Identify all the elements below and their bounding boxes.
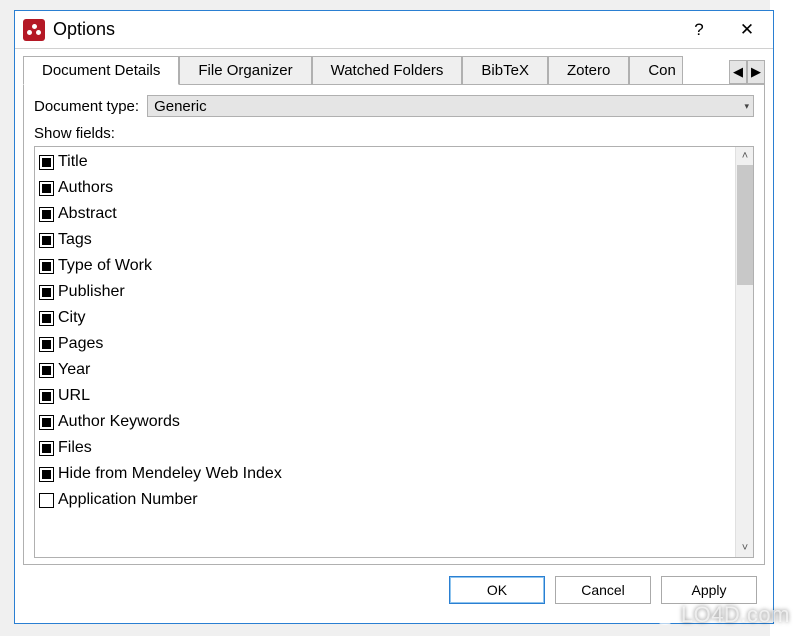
tab-scroll: ◀ ▶	[729, 60, 765, 84]
scrollbar: ˄ ˅	[735, 147, 753, 557]
field-item[interactable]: Year	[39, 357, 731, 383]
field-item[interactable]: URL	[39, 383, 731, 409]
field-label: Author Keywords	[58, 411, 180, 433]
document-type-combo[interactable]: Generic	[147, 95, 754, 117]
tab-more[interactable]: Con	[629, 56, 683, 85]
field-label: URL	[58, 385, 90, 407]
checkbox-icon[interactable]	[39, 181, 54, 196]
checkbox-icon[interactable]	[39, 467, 54, 482]
checkbox-icon[interactable]	[39, 389, 54, 404]
field-label: Authors	[58, 177, 113, 199]
field-label: Files	[58, 437, 92, 459]
close-button[interactable]: ✕	[729, 16, 765, 44]
tab-scroll-right[interactable]: ▶	[747, 60, 765, 84]
tab-scroll-left[interactable]: ◀	[729, 60, 747, 84]
tab-content: Document type: Generic Show fields: Titl…	[23, 85, 765, 565]
field-label: Application Number	[58, 489, 198, 511]
field-item[interactable]: Author Keywords	[39, 409, 731, 435]
app-icon	[23, 19, 45, 41]
field-item[interactable]: Tags	[39, 227, 731, 253]
titlebar: Options ? ✕	[15, 11, 773, 49]
field-item[interactable]: Publisher	[39, 279, 731, 305]
scroll-up-button[interactable]: ˄	[736, 147, 754, 165]
field-item[interactable]: Authors	[39, 175, 731, 201]
field-label: Publisher	[58, 281, 125, 303]
field-label: Pages	[58, 333, 103, 355]
checkbox-icon[interactable]	[39, 285, 54, 300]
field-label: City	[58, 307, 86, 329]
options-dialog: Options ? ✕ Document Details File Organi…	[14, 10, 774, 624]
document-type-row: Document type: Generic	[34, 95, 754, 117]
field-item[interactable]: Pages	[39, 331, 731, 357]
tab-document-details[interactable]: Document Details	[23, 56, 179, 85]
tab-bar: Document Details File Organizer Watched …	[23, 55, 765, 85]
field-item[interactable]: City	[39, 305, 731, 331]
field-item[interactable]: Type of Work	[39, 253, 731, 279]
tab-file-organizer[interactable]: File Organizer	[179, 56, 311, 85]
field-item[interactable]: Title	[39, 149, 731, 175]
checkbox-icon[interactable]	[39, 233, 54, 248]
field-label: Type of Work	[58, 255, 152, 277]
field-item[interactable]: Application Number	[39, 487, 731, 513]
checkbox-icon[interactable]	[39, 311, 54, 326]
checkbox-icon[interactable]	[39, 337, 54, 352]
fields-list[interactable]: Title Authors Abstract Tags Type of Work Publ…	[35, 147, 735, 557]
tab-watched-folders[interactable]: Watched Folders	[312, 56, 463, 85]
fields-listbox: Title Authors Abstract Tags Type of Work Publ…	[34, 146, 754, 558]
field-label: Year	[58, 359, 90, 381]
document-type-value: Generic	[154, 98, 207, 115]
checkbox-icon[interactable]	[39, 441, 54, 456]
document-type-label: Document type:	[34, 98, 139, 115]
checkbox-icon[interactable]	[39, 493, 54, 508]
tab-zotero[interactable]: Zotero	[548, 56, 629, 85]
checkbox-icon[interactable]	[39, 363, 54, 378]
checkbox-icon[interactable]	[39, 259, 54, 274]
field-item[interactable]: Files	[39, 435, 731, 461]
field-label: Tags	[58, 229, 92, 251]
checkbox-icon[interactable]	[39, 155, 54, 170]
ok-button[interactable]: OK	[449, 576, 545, 604]
field-label: Abstract	[58, 203, 117, 225]
window-title: Options	[53, 19, 681, 40]
field-label: Title	[58, 151, 88, 173]
checkbox-icon[interactable]	[39, 207, 54, 222]
checkbox-icon[interactable]	[39, 415, 54, 430]
title-controls: ? ✕	[681, 16, 765, 44]
tab-bibtex[interactable]: BibTeX	[462, 56, 548, 85]
field-item[interactable]: Hide from Mendeley Web Index	[39, 461, 731, 487]
show-fields-label: Show fields:	[34, 125, 754, 142]
cancel-button[interactable]: Cancel	[555, 576, 651, 604]
dialog-buttons: OK Cancel Apply	[23, 565, 765, 615]
dialog-body: Document Details File Organizer Watched …	[15, 49, 773, 623]
help-button[interactable]: ?	[681, 16, 717, 44]
scroll-thumb[interactable]	[737, 165, 753, 285]
background-content	[770, 0, 800, 636]
apply-button[interactable]: Apply	[661, 576, 757, 604]
scroll-down-button[interactable]: ˅	[736, 539, 754, 557]
field-item[interactable]: Abstract	[39, 201, 731, 227]
field-label: Hide from Mendeley Web Index	[58, 463, 282, 485]
